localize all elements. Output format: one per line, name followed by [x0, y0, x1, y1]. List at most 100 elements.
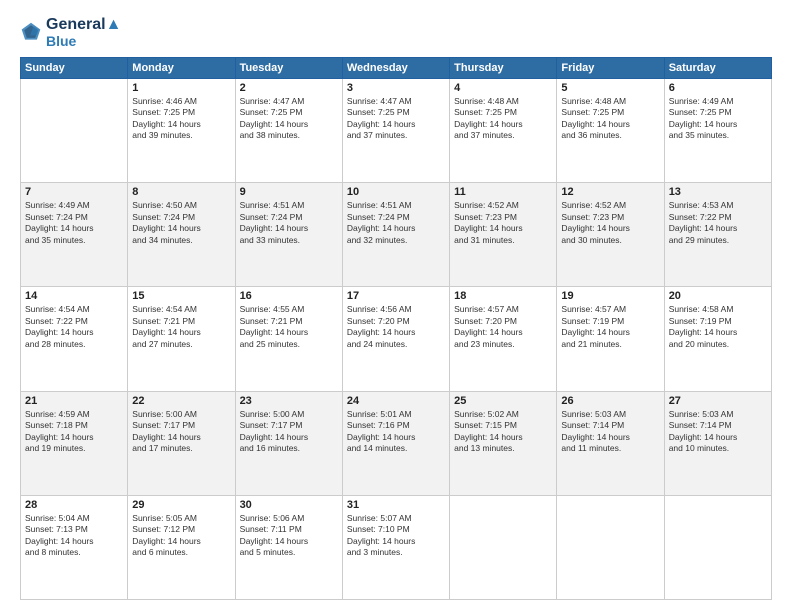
day-info: Sunrise: 5:07 AMSunset: 7:10 PMDaylight:… [347, 513, 445, 559]
day-number: 1 [132, 82, 230, 94]
calendar-cell: 7 Sunrise: 4:49 AMSunset: 7:24 PMDaylight… [21, 183, 128, 287]
calendar-cell: 10 Sunrise: 4:51 AMSunset: 7:24 PMDayligh… [342, 183, 449, 287]
calendar-cell: 21Sunrise: 4:59 AMSunset: 7:18 PMDayligh… [21, 391, 128, 495]
day-number: 26 [561, 395, 659, 407]
calendar-week-row: 28 Sunrise: 5:04 AMSunset: 7:13 PMDayligh… [21, 495, 772, 599]
calendar-cell [21, 78, 128, 182]
day-number: 17 [347, 290, 445, 302]
calendar-cell: 31 Sunrise: 5:07 AMSunset: 7:10 PMDayligh… [342, 495, 449, 599]
day-info: Sunrise: 4:46 AMSunset: 7:25 PMDaylight:… [132, 96, 230, 142]
header: General▲ Blue [20, 16, 772, 49]
calendar-header-cell: Tuesday [235, 57, 342, 78]
day-number: 23 [240, 395, 338, 407]
day-number: 11 [454, 186, 552, 198]
calendar-cell: 8Sunrise: 4:50 AMSunset: 7:24 PMDaylight… [128, 183, 235, 287]
calendar-week-row: 7 Sunrise: 4:49 AMSunset: 7:24 PMDaylight… [21, 183, 772, 287]
calendar-cell: 29Sunrise: 5:05 AMSunset: 7:12 PMDayligh… [128, 495, 235, 599]
calendar-header-row: SundayMondayTuesdayWednesdayThursdayFrid… [21, 57, 772, 78]
day-info: Sunrise: 4:50 AMSunset: 7:24 PMDaylight:… [132, 200, 230, 246]
calendar-cell: 17 Sunrise: 4:56 AMSunset: 7:20 PMDayligh… [342, 287, 449, 391]
calendar-header-cell: Saturday [664, 57, 771, 78]
calendar-cell: 19Sunrise: 4:57 AMSunset: 7:19 PMDayligh… [557, 287, 664, 391]
day-info: Sunrise: 4:55 AMSunset: 7:21 PMDaylight:… [240, 304, 338, 350]
day-info: Sunrise: 4:48 AMSunset: 7:25 PMDaylight:… [454, 96, 552, 142]
day-number: 4 [454, 82, 552, 94]
calendar-table: SundayMondayTuesdayWednesdayThursdayFrid… [20, 57, 772, 600]
day-info: Sunrise: 5:03 AMSunset: 7:14 PMDaylight:… [669, 409, 767, 455]
day-info: Sunrise: 4:56 AMSunset: 7:20 PMDaylight:… [347, 304, 445, 350]
logo-icon [20, 21, 42, 43]
calendar-header-cell: Sunday [21, 57, 128, 78]
page: General▲ Blue SundayMondayTuesdayWednesd… [0, 0, 792, 612]
day-number: 9 [240, 186, 338, 198]
day-info: Sunrise: 5:04 AMSunset: 7:13 PMDaylight:… [25, 513, 123, 559]
calendar-header-cell: Monday [128, 57, 235, 78]
calendar-cell [450, 495, 557, 599]
calendar-cell: 23 Sunrise: 5:00 AMSunset: 7:17 PMDayligh… [235, 391, 342, 495]
day-info: Sunrise: 4:54 AMSunset: 7:22 PMDaylight:… [25, 304, 123, 350]
day-info: Sunrise: 4:57 AMSunset: 7:20 PMDaylight:… [454, 304, 552, 350]
calendar-cell: 5 Sunrise: 4:48 AMSunset: 7:25 PMDaylight… [557, 78, 664, 182]
day-info: Sunrise: 5:00 AMSunset: 7:17 PMDaylight:… [240, 409, 338, 455]
calendar-header-cell: Friday [557, 57, 664, 78]
calendar-header-cell: Wednesday [342, 57, 449, 78]
day-info: Sunrise: 5:01 AMSunset: 7:16 PMDaylight:… [347, 409, 445, 455]
day-info: Sunrise: 4:54 AMSunset: 7:21 PMDaylight:… [132, 304, 230, 350]
day-info: Sunrise: 5:06 AMSunset: 7:11 PMDaylight:… [240, 513, 338, 559]
calendar-cell: 13 Sunrise: 4:53 AMSunset: 7:22 PMDayligh… [664, 183, 771, 287]
day-number: 24 [347, 395, 445, 407]
calendar-cell: 18 Sunrise: 4:57 AMSunset: 7:20 PMDayligh… [450, 287, 557, 391]
day-number: 16 [240, 290, 338, 302]
calendar-cell: 4 Sunrise: 4:48 AMSunset: 7:25 PMDaylight… [450, 78, 557, 182]
day-number: 19 [561, 290, 659, 302]
day-info: Sunrise: 4:49 AMSunset: 7:24 PMDaylight:… [25, 200, 123, 246]
calendar-cell: 15 Sunrise: 4:54 AMSunset: 7:21 PMDayligh… [128, 287, 235, 391]
calendar-cell: 30 Sunrise: 5:06 AMSunset: 7:11 PMDayligh… [235, 495, 342, 599]
day-number: 30 [240, 499, 338, 511]
day-info: Sunrise: 4:51 AMSunset: 7:24 PMDaylight:… [240, 200, 338, 246]
calendar-cell: 9 Sunrise: 4:51 AMSunset: 7:24 PMDaylight… [235, 183, 342, 287]
day-info: Sunrise: 4:51 AMSunset: 7:24 PMDaylight:… [347, 200, 445, 246]
calendar-cell: 20Sunrise: 4:58 AMSunset: 7:19 PMDayligh… [664, 287, 771, 391]
day-info: Sunrise: 4:47 AMSunset: 7:25 PMDaylight:… [240, 96, 338, 142]
day-info: Sunrise: 4:58 AMSunset: 7:19 PMDaylight:… [669, 304, 767, 350]
calendar-cell: 22Sunrise: 5:00 AMSunset: 7:17 PMDayligh… [128, 391, 235, 495]
day-number: 25 [454, 395, 552, 407]
calendar-week-row: 1 Sunrise: 4:46 AMSunset: 7:25 PMDaylight… [21, 78, 772, 182]
day-info: Sunrise: 5:05 AMSunset: 7:12 PMDaylight:… [132, 513, 230, 559]
calendar-cell: 14Sunrise: 4:54 AMSunset: 7:22 PMDayligh… [21, 287, 128, 391]
calendar-cell: 27 Sunrise: 5:03 AMSunset: 7:14 PMDayligh… [664, 391, 771, 495]
day-number: 22 [132, 395, 230, 407]
calendar-cell: 12 Sunrise: 4:52 AMSunset: 7:23 PMDayligh… [557, 183, 664, 287]
calendar-cell: 25Sunrise: 5:02 AMSunset: 7:15 PMDayligh… [450, 391, 557, 495]
day-number: 5 [561, 82, 659, 94]
calendar-cell: 6Sunrise: 4:49 AMSunset: 7:25 PMDaylight… [664, 78, 771, 182]
day-info: Sunrise: 4:48 AMSunset: 7:25 PMDaylight:… [561, 96, 659, 142]
day-number: 10 [347, 186, 445, 198]
calendar-cell: 28 Sunrise: 5:04 AMSunset: 7:13 PMDayligh… [21, 495, 128, 599]
day-number: 15 [132, 290, 230, 302]
calendar-cell: 2Sunrise: 4:47 AMSunset: 7:25 PMDaylight… [235, 78, 342, 182]
calendar-week-row: 21Sunrise: 4:59 AMSunset: 7:18 PMDayligh… [21, 391, 772, 495]
day-number: 18 [454, 290, 552, 302]
day-info: Sunrise: 4:52 AMSunset: 7:23 PMDaylight:… [454, 200, 552, 246]
day-number: 13 [669, 186, 767, 198]
day-number: 21 [25, 395, 123, 407]
calendar-header-cell: Thursday [450, 57, 557, 78]
day-number: 3 [347, 82, 445, 94]
calendar-cell: 26 Sunrise: 5:03 AMSunset: 7:14 PMDayligh… [557, 391, 664, 495]
day-number: 7 [25, 186, 123, 198]
calendar-cell: 24 Sunrise: 5:01 AMSunset: 7:16 PMDayligh… [342, 391, 449, 495]
calendar-cell: 1 Sunrise: 4:46 AMSunset: 7:25 PMDaylight… [128, 78, 235, 182]
day-info: Sunrise: 4:49 AMSunset: 7:25 PMDaylight:… [669, 96, 767, 142]
day-info: Sunrise: 4:52 AMSunset: 7:23 PMDaylight:… [561, 200, 659, 246]
day-number: 27 [669, 395, 767, 407]
day-info: Sunrise: 4:53 AMSunset: 7:22 PMDaylight:… [669, 200, 767, 246]
logo-text: General▲ Blue [46, 16, 121, 49]
day-info: Sunrise: 5:03 AMSunset: 7:14 PMDaylight:… [561, 409, 659, 455]
calendar-cell: 11 Sunrise: 4:52 AMSunset: 7:23 PMDayligh… [450, 183, 557, 287]
calendar-cell [557, 495, 664, 599]
day-number: 12 [561, 186, 659, 198]
day-number: 28 [25, 499, 123, 511]
day-number: 31 [347, 499, 445, 511]
